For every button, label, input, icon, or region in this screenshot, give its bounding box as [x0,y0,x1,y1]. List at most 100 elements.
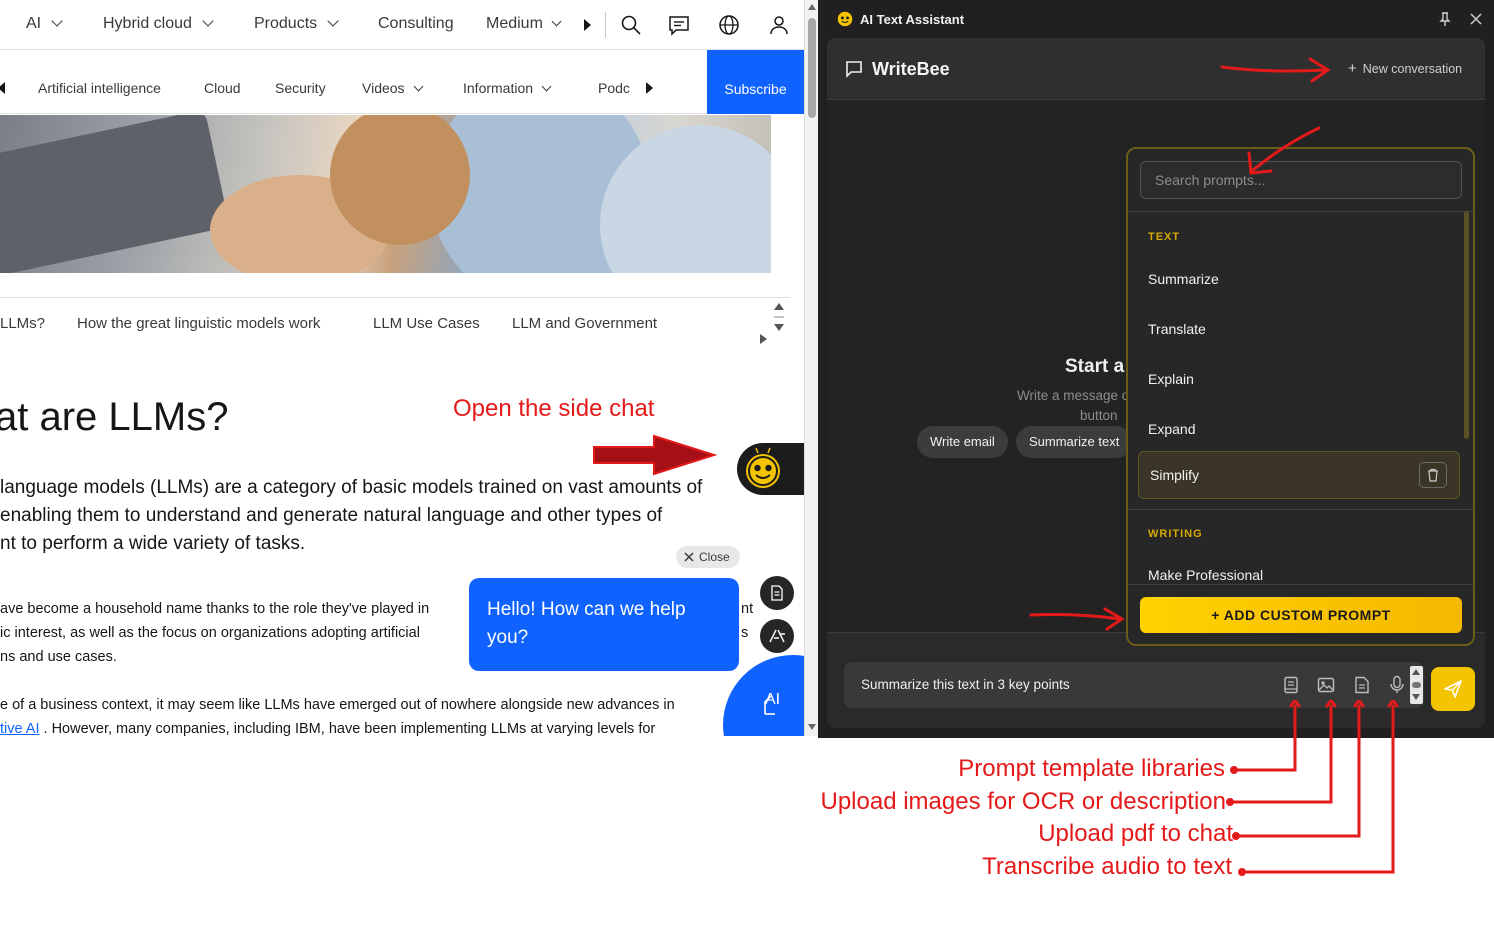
scrollbar-thumb[interactable] [808,18,816,118]
nav-item-ai[interactable]: AI [26,15,63,33]
subscribe-button[interactable]: Subscribe [707,50,804,114]
body-fragment: s [741,625,749,641]
pin-icon[interactable] [1438,11,1452,27]
chat-icon[interactable] [667,13,691,37]
prompt-item-summarize[interactable]: Summarize [1148,271,1219,287]
chevron-down-icon [51,15,63,27]
chevron-down-icon [541,81,552,92]
table-of-contents: LLMs? How the great linguistic models wo… [0,297,790,344]
scroll-left-icon[interactable] [0,82,5,94]
nav-label: Hybrid cloud [103,15,192,32]
nav-label: Medium [486,15,543,32]
toc-item[interactable]: LLM Use Cases [373,315,480,332]
subnav-item-cloud[interactable]: Cloud [204,80,241,96]
red-arrow-icon [1220,57,1331,83]
toc-item[interactable]: LLMs? [0,315,45,332]
scroll-down-icon[interactable] [808,724,816,730]
new-conversation-label: New conversation [1362,62,1463,76]
send-button[interactable] [1431,667,1475,711]
prompt-item-expand[interactable]: Expand [1148,421,1195,437]
image-upload-icon[interactable] [1317,676,1335,694]
open-side-chat-tab[interactable] [737,443,804,495]
nav-item-consulting[interactable]: Consulting [378,15,454,33]
lead-paragraph-line: enabling them to understand and generate… [0,505,663,526]
add-custom-prompt-button[interactable]: + ADD CUSTOM PROMPT [1140,597,1462,633]
body-text: . However, many companies, including IBM… [43,721,656,736]
dropdown-scrollbar[interactable] [1464,211,1469,439]
scroll-up-icon[interactable] [808,4,816,10]
input-scroll-control[interactable] [1410,666,1423,704]
toc-item[interactable]: How the great linguistic models work [77,315,320,332]
translate-button[interactable] [760,619,794,653]
chat-header: WriteBee + New conversation [827,38,1485,100]
chevron-down-icon [202,15,214,27]
subnav-label: Videos [362,80,405,96]
scroll-up-icon[interactable] [1412,669,1420,675]
red-arrow-icon [1247,126,1321,175]
scroll-right-icon[interactable] [584,19,591,31]
divider [1128,509,1473,510]
new-conversation-button[interactable]: + New conversation [1348,60,1462,77]
nav-item-products[interactable]: Products [254,15,339,33]
pdf-upload-icon[interactable] [1353,676,1371,694]
subnav-item-information[interactable]: Information [463,80,552,96]
scroll-down-icon[interactable] [1412,694,1420,700]
nav-label: AI [26,15,42,32]
subnav-item-security[interactable]: Security [275,80,326,96]
toc-item[interactable]: LLM and Government [512,315,657,332]
article-title: at are LLMs? [0,395,229,439]
user-icon[interactable] [767,13,791,37]
close-icon[interactable] [1470,13,1482,25]
body-line: e of a business context, it may seem lik… [0,697,675,713]
panel-titlebar: AI Text Assistant [818,0,1494,38]
translate-icon [769,629,785,643]
globe-icon[interactable] [717,13,741,37]
section-navigation: Artificial intelligence Cloud Security V… [0,50,804,114]
document-icon [771,585,783,601]
chip-write-email[interactable]: Write email [917,426,1008,458]
chip-summarize-text[interactable]: Summarize text [1016,426,1133,458]
close-icon [684,552,694,562]
chevron-down-icon [551,16,562,27]
hero-image [0,115,771,273]
toc-scroll-right-icon[interactable] [760,334,767,344]
prompt-dropdown: Search prompts... TEXT Summarize Transla… [1126,147,1475,646]
chevron-down-icon [327,15,339,27]
nav-label: Products [254,15,318,32]
prompt-item-make-professional[interactable]: Make Professional [1148,567,1263,583]
red-arrow-icon [1029,607,1125,631]
help-bubble[interactable]: Hello! How can we help you? [469,578,739,671]
page-scrollbar[interactable] [804,0,818,736]
plus-icon: + [1348,60,1357,77]
lead-paragraph-line: nt to perform a wide variety of tasks. [0,533,306,554]
bee-logo-icon [837,11,853,27]
annotation-transcribe-audio: Transcribe audio to text [982,853,1232,880]
subnav-item-podcasts[interactable]: Podc [598,80,630,96]
lead-paragraph-line: language models (LLMs) are a category of… [0,477,703,498]
empty-state-title: Start a [1065,356,1125,377]
nav-label: Consulting [378,15,454,32]
document-button[interactable] [760,576,794,610]
delete-prompt-button[interactable] [1419,462,1447,488]
toc-scroll-arrows-icon[interactable] [772,302,786,332]
prompt-item-explain[interactable]: Explain [1148,371,1194,387]
prompt-item-translate[interactable]: Translate [1148,321,1206,337]
nav-item-medium[interactable]: Medium [486,15,562,33]
search-icon[interactable] [619,13,643,37]
microphone-icon[interactable] [1389,675,1405,695]
subnav-item-ai[interactable]: Artificial intelligence [38,80,161,96]
top-navigation: AI Hybrid cloud Products Consulting Medi… [0,0,804,50]
subnav-item-videos[interactable]: Videos [362,80,424,96]
nav-item-hybrid-cloud[interactable]: Hybrid cloud [103,15,214,33]
prompt-library-icon[interactable] [1282,676,1300,694]
body-line: ic interest, as well as the focus on org… [0,625,420,641]
body-line: ns and use cases. [0,649,117,665]
annotation-upload-images: Upload images for OCR or description [820,788,1226,815]
generative-ai-link[interactable]: tive AI [0,721,40,736]
scroll-right-icon[interactable] [646,82,653,94]
prompt-item-simplify[interactable]: Simplify [1138,451,1460,499]
close-label: Close [699,550,730,564]
empty-state-subtitle: button [1080,408,1118,423]
close-chip[interactable]: Close [676,546,740,568]
scroll-thumb[interactable] [1412,682,1421,688]
